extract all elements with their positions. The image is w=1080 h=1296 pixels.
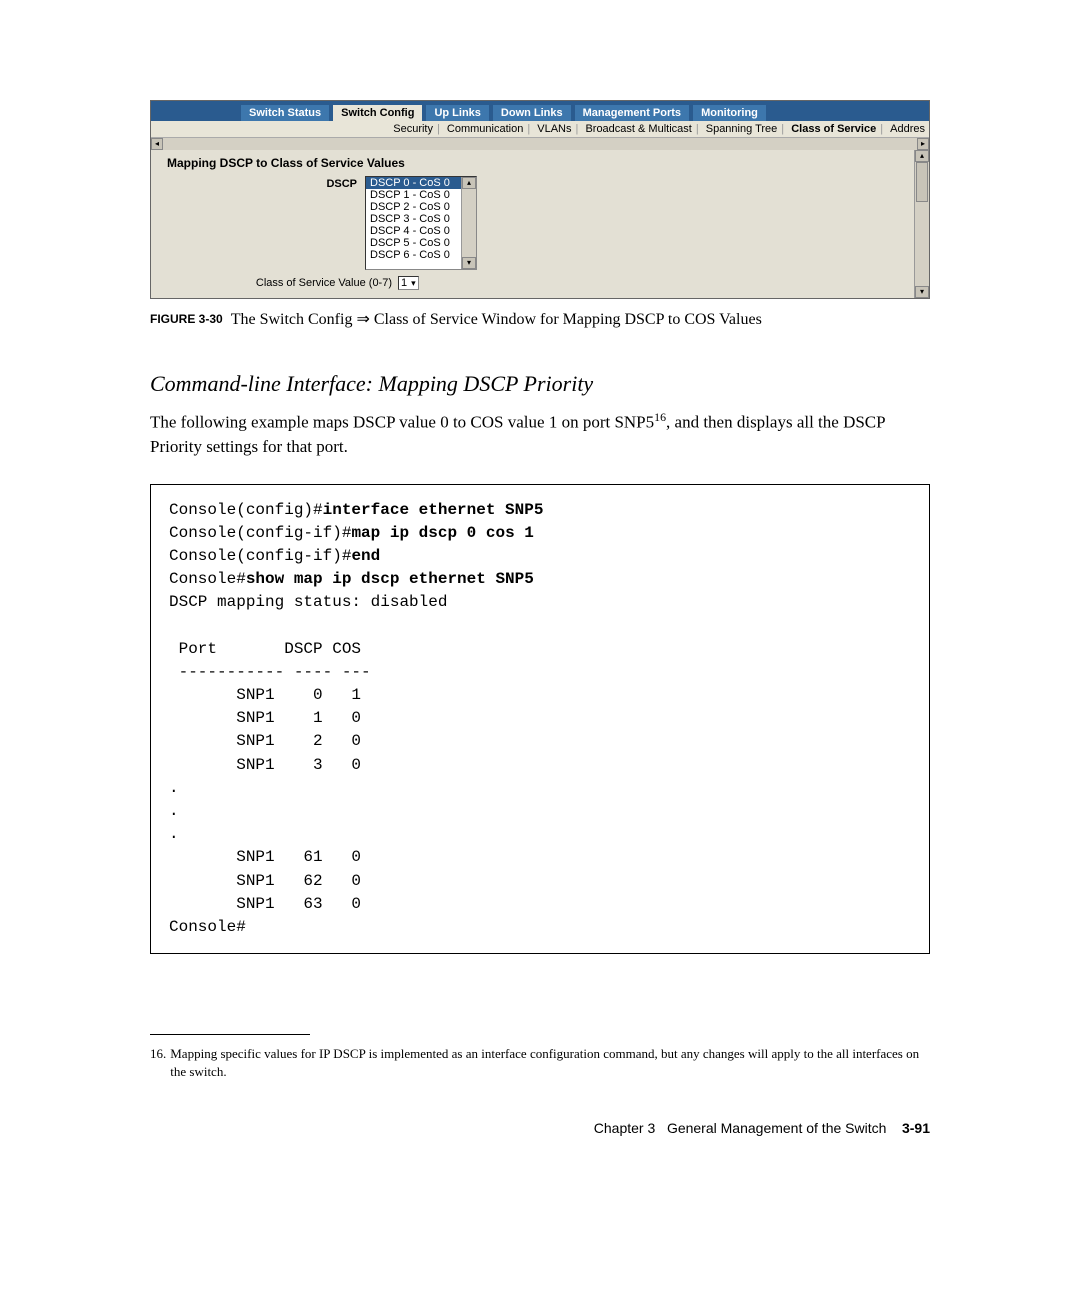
vertical-scrollbar[interactable]: ▴ ▾ [914,150,929,298]
tab-management-ports[interactable]: Management Ports [575,105,689,121]
figure-text: The Switch Config ⇒ Class of Service Win… [231,309,762,331]
footer-page-number: 3-91 [902,1120,930,1136]
dscp-option-2[interactable]: DSCP 2 - CoS 0 [366,201,476,213]
footnote-text: Mapping specific values for IP DSCP is i… [170,1045,930,1080]
footer-title: General Management of the Switch [667,1120,886,1136]
dscp-option-4[interactable]: DSCP 4 - CoS 0 [366,225,476,237]
subtab-address[interactable]: Addres [886,123,929,135]
subtab-class-of-service[interactable]: Class of Service [787,123,880,135]
subtab-communication[interactable]: Communication [443,123,527,135]
dscp-option-5[interactable]: DSCP 5 - CoS 0 [366,237,476,249]
content-area: ▴ ▾ Mapping DSCP to Class of Service Val… [151,150,929,298]
dscp-label: DSCP [167,176,365,190]
cos-select[interactable]: 1 ▾ [398,276,419,290]
subtab-security[interactable]: Security [389,123,437,135]
code-block: Console(config)#interface ethernet SNP5 … [150,484,930,955]
footnote-ref: 16 [654,410,666,424]
page-footer: Chapter 3 General Management of the Swit… [150,1120,930,1136]
dscp-option-0[interactable]: DSCP 0 - CoS 0 [366,177,476,189]
footnote-number: 16. [150,1045,170,1080]
body-paragraph: The following example maps DSCP value 0 … [150,409,930,460]
main-tabs: Switch Status Switch Config Up Links Dow… [151,101,929,121]
subtab-broadcast[interactable]: Broadcast & Multicast [581,123,695,135]
scroll-thumb[interactable] [916,162,928,202]
footnote: 16. Mapping specific values for IP DSCP … [150,1045,930,1080]
tab-down-links[interactable]: Down Links [493,105,571,121]
scroll-down-icon[interactable]: ▾ [915,286,929,298]
dscp-option-1[interactable]: DSCP 1 - CoS 0 [366,189,476,201]
cos-label: Class of Service Value (0-7) [167,277,398,289]
sub-tabs: Security| Communication| VLANs| Broadcas… [151,121,929,137]
switch-config-screenshot: Switch Status Switch Config Up Links Dow… [150,100,930,299]
tab-switch-status[interactable]: Switch Status [241,105,329,121]
horizontal-scrollbar[interactable]: ◂ ▸ [151,137,929,150]
footnote-rule [150,1034,310,1035]
dscp-option-3[interactable]: DSCP 3 - CoS 0 [366,213,476,225]
subtab-spanning-tree[interactable]: Spanning Tree [702,123,782,135]
tab-switch-config[interactable]: Switch Config [333,105,422,121]
scroll-up-icon[interactable]: ▴ [915,150,929,162]
listbox-scrollbar[interactable]: ▴ ▾ [461,177,476,269]
scroll-right-icon[interactable]: ▸ [917,138,929,150]
subtab-vlans[interactable]: VLANs [533,123,575,135]
listbox-scroll-down-icon[interactable]: ▾ [462,257,476,269]
listbox-scroll-up-icon[interactable]: ▴ [462,177,476,189]
cli-heading: Command-line Interface: Mapping DSCP Pri… [150,371,930,397]
tab-monitoring[interactable]: Monitoring [693,105,766,121]
scroll-left-icon[interactable]: ◂ [151,138,163,150]
footer-chapter: Chapter 3 [594,1120,655,1136]
dscp-option-6[interactable]: DSCP 6 - CoS 0 [366,249,476,261]
section-title: Mapping DSCP to Class of Service Values [167,156,913,170]
figure-number: FIGURE 3-30 [150,309,231,331]
cos-value: 1 [401,277,407,289]
chevron-down-icon: ▾ [411,278,416,289]
figure-caption: FIGURE 3-30 The Switch Config ⇒ Class of… [150,309,930,331]
tab-up-links[interactable]: Up Links [426,105,488,121]
dscp-listbox[interactable]: DSCP 0 - CoS 0 DSCP 1 - CoS 0 DSCP 2 - C… [365,176,477,270]
